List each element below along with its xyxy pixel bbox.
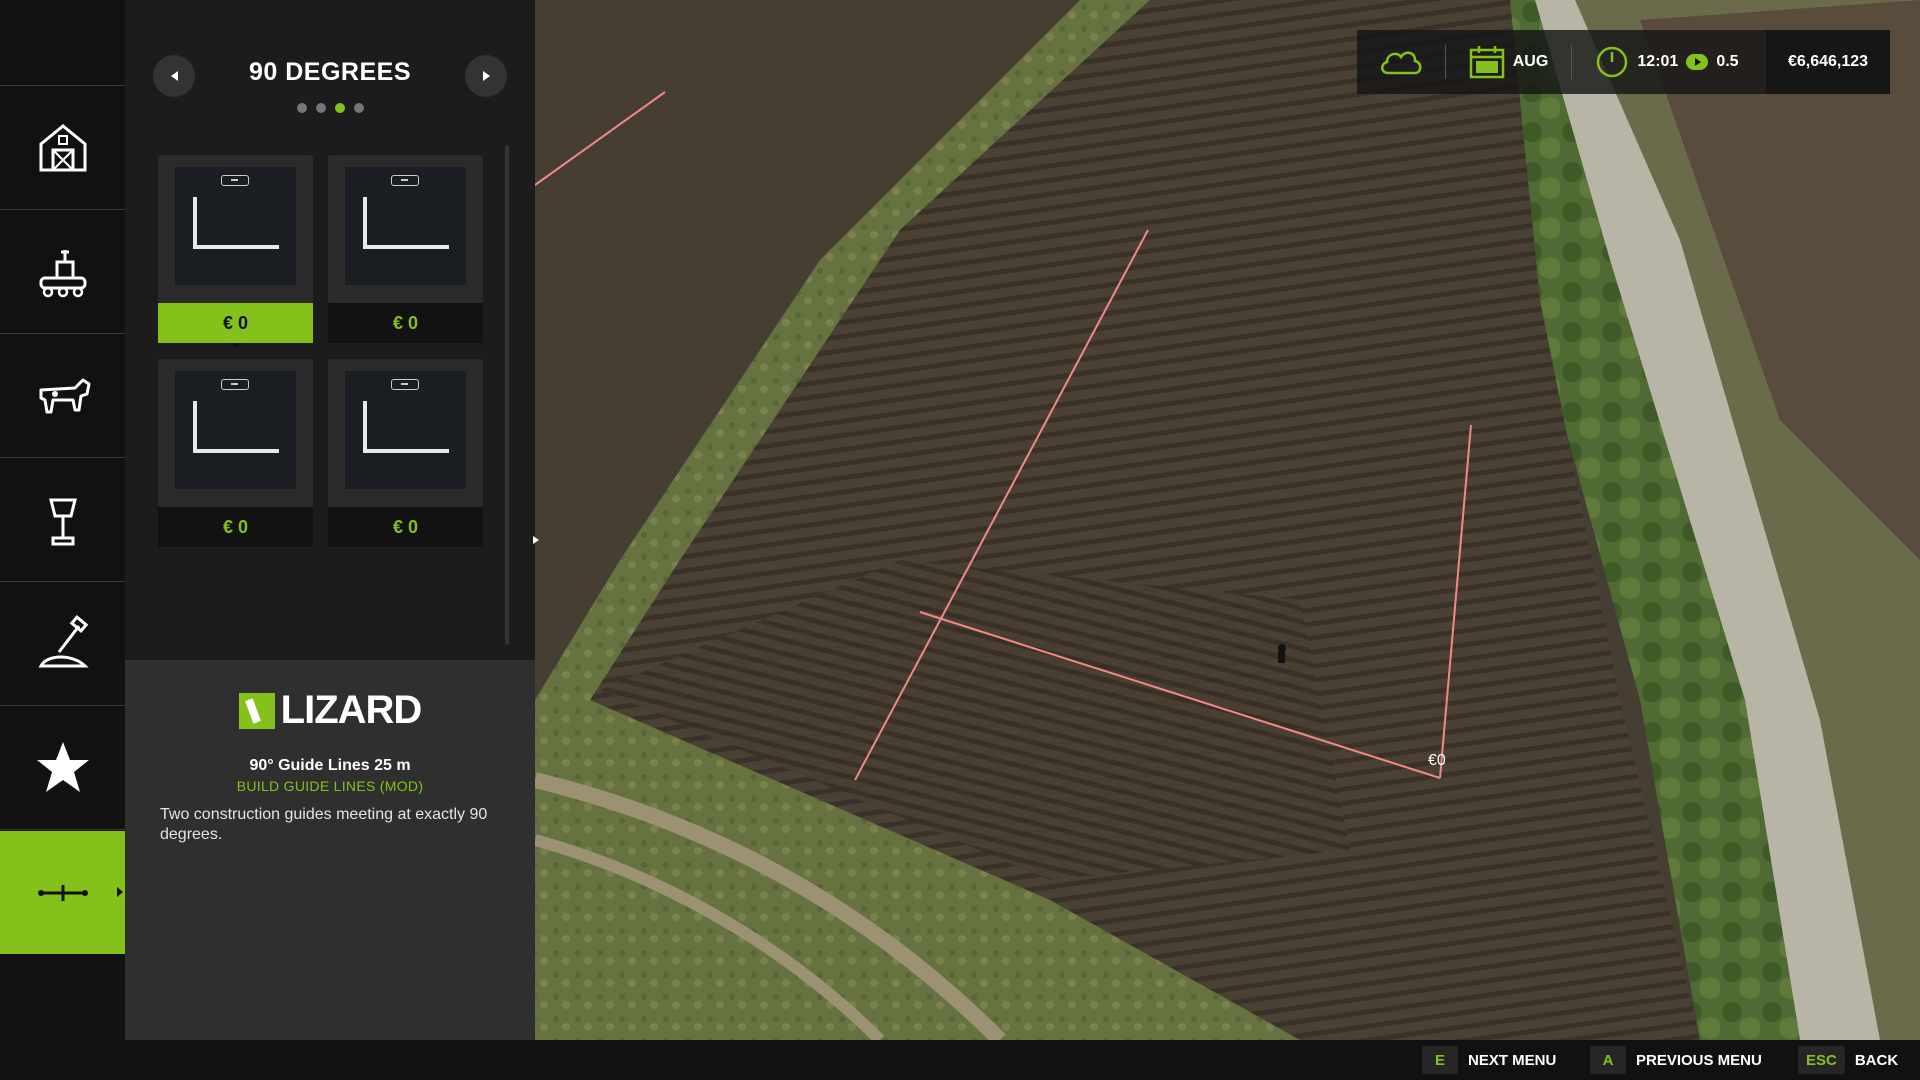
item-thumbnail bbox=[328, 359, 483, 507]
sidebar-item-decorations[interactable] bbox=[0, 459, 125, 582]
back-hint[interactable]: ESC BACK bbox=[1798, 1040, 1898, 1080]
date-indicator[interactable]: AUG bbox=[1446, 45, 1571, 79]
previous-menu-hint[interactable]: A PREVIOUS MENU bbox=[1590, 1040, 1762, 1080]
category-title: 90 DEGREES bbox=[248, 58, 411, 86]
right-angle-icon bbox=[193, 197, 279, 249]
cloud-icon bbox=[1381, 51, 1422, 75]
time-scale-label: 0.5 bbox=[1716, 53, 1739, 70]
guide-lines-icon bbox=[37, 884, 88, 901]
right-angle-icon bbox=[363, 401, 449, 453]
page-dot-active[interactable] bbox=[334, 103, 345, 113]
sidebar-item-production[interactable] bbox=[0, 211, 125, 334]
guide-pill-icon bbox=[221, 175, 249, 186]
brand-name: LIZARD bbox=[280, 688, 423, 732]
collapse-panel-button[interactable] bbox=[527, 529, 545, 551]
play-icon bbox=[1686, 54, 1709, 70]
hint-label: NEXT MENU bbox=[1468, 1051, 1557, 1069]
item-thumbnail bbox=[328, 155, 483, 303]
time-label: 12:01 bbox=[1637, 53, 1679, 70]
item-card[interactable]: € 0 bbox=[328, 359, 483, 547]
guide-pill-icon bbox=[221, 379, 249, 390]
input-hint-bar: E NEXT MENU A PREVIOUS MENU ESC BACK bbox=[0, 1040, 1920, 1080]
lamp-icon bbox=[48, 498, 77, 546]
page-indicator bbox=[125, 103, 535, 113]
active-indicator bbox=[117, 887, 123, 897]
sidebar-item-favorites[interactable] bbox=[0, 707, 125, 830]
sidebar-item-landscaping[interactable] bbox=[0, 583, 125, 706]
chevron-left-icon bbox=[170, 71, 178, 81]
item-thumbnail bbox=[158, 155, 313, 303]
item-thumbnail bbox=[158, 359, 313, 507]
clock-icon bbox=[1597, 46, 1628, 78]
next-menu-hint[interactable]: E NEXT MENU bbox=[1422, 1040, 1556, 1080]
next-category-button[interactable] bbox=[465, 55, 507, 97]
sidebar-item-guide-lines[interactable] bbox=[0, 831, 125, 954]
category-sidebar bbox=[0, 0, 125, 1040]
barn-icon bbox=[39, 124, 86, 172]
item-card[interactable]: € 0 bbox=[158, 359, 313, 547]
placement-price-label: €0 bbox=[1428, 752, 1446, 769]
item-card[interactable]: € 0 bbox=[158, 155, 313, 349]
prev-category-button[interactable] bbox=[153, 55, 195, 97]
item-description: Two construction guides meeting at exact… bbox=[160, 806, 488, 843]
time-indicator[interactable]: 12:01 0.5 bbox=[1572, 45, 1762, 79]
chevron-right-icon bbox=[482, 71, 490, 81]
item-card[interactable]: € 0 bbox=[328, 155, 483, 343]
item-price: € 0 bbox=[158, 507, 313, 547]
page-dot[interactable] bbox=[353, 103, 364, 113]
key-badge: A bbox=[1590, 1046, 1626, 1074]
right-angle-icon bbox=[363, 197, 449, 249]
shovel-icon bbox=[38, 614, 89, 668]
item-scrollbar[interactable] bbox=[505, 145, 509, 645]
chevron-right-icon bbox=[533, 536, 539, 544]
right-angle-icon bbox=[193, 401, 279, 453]
key-badge: E bbox=[1422, 1046, 1458, 1074]
item-name: 90° Guide Lines 25 m bbox=[249, 757, 411, 774]
hint-label: PREVIOUS MENU bbox=[1636, 1051, 1762, 1069]
sidebar-item-animals[interactable] bbox=[0, 335, 125, 458]
item-price: € 0 bbox=[328, 507, 483, 547]
star-icon bbox=[36, 742, 89, 792]
month-label: AUG bbox=[1512, 53, 1549, 70]
sidebar-header bbox=[0, 0, 125, 86]
page-dot[interactable] bbox=[296, 103, 307, 113]
weather-indicator[interactable] bbox=[1357, 47, 1445, 77]
brand-logo: LIZARD bbox=[125, 688, 535, 733]
guide-pill-icon bbox=[391, 175, 419, 186]
factory-icon bbox=[39, 250, 86, 298]
page-dot[interactable] bbox=[315, 103, 326, 113]
item-price: € 0 bbox=[328, 303, 483, 343]
sidebar-item-farm-buildings[interactable] bbox=[0, 87, 125, 210]
item-info-panel: LIZARD 90° Guide Lines 25 m BUILD GUIDE … bbox=[125, 660, 535, 1040]
money-display: €6,646,123 bbox=[1766, 30, 1890, 94]
lizard-logo-icon bbox=[238, 692, 275, 729]
guide-pill-icon bbox=[391, 379, 419, 390]
calendar-icon bbox=[1469, 46, 1504, 79]
hint-label: BACK bbox=[1854, 1051, 1899, 1069]
cow-icon bbox=[39, 378, 90, 414]
item-mod-label: BUILD GUIDE LINES (MOD) bbox=[236, 778, 424, 794]
item-price: € 0 bbox=[158, 303, 313, 349]
build-panel: 90 DEGREES € 0 € 0 € 0 € 0 LIZARD 90° Gu… bbox=[125, 0, 535, 1040]
key-badge: ESC bbox=[1798, 1046, 1845, 1074]
money-label: €6,646,123 bbox=[1787, 53, 1869, 70]
category-header: 90 DEGREES bbox=[125, 0, 535, 130]
